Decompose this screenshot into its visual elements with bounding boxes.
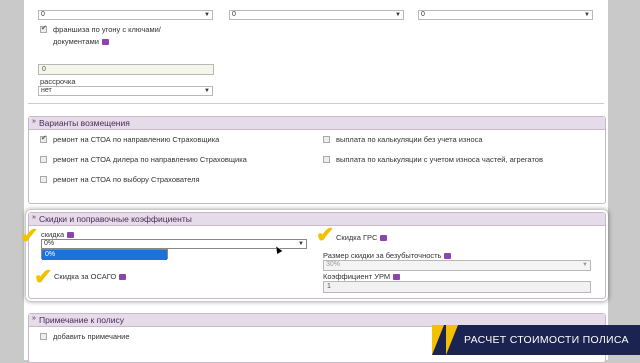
grs-discount-label: Скидка ГРС xyxy=(336,233,388,242)
discount-select[interactable]: 0% ▼ xyxy=(41,239,307,249)
banner-stripe xyxy=(432,325,444,355)
top-select-1-value: 0 xyxy=(41,11,45,18)
top-select-2-value: 0 xyxy=(232,11,236,18)
discount-select-value: 0% xyxy=(44,240,55,247)
info-icon[interactable] xyxy=(380,235,388,242)
check-mark-icon: ✔ xyxy=(316,222,335,247)
info-icon[interactable] xyxy=(67,232,75,239)
check-mark-icon: ✔ xyxy=(34,264,53,289)
compensation-panel-title: Варианты возмещения xyxy=(39,118,130,128)
policy-form-page: 0▼ 0▼ 0▼ франшиза по угону с ключами/ до… xyxy=(20,0,608,363)
installment-value: нет xyxy=(41,87,52,94)
chevron-down-icon: ▼ xyxy=(298,241,304,247)
urm-field[interactable]: 1 xyxy=(323,281,591,293)
repair-choice-label: ремонт на СТОА по выбору Страхователя xyxy=(53,175,200,184)
info-icon[interactable] xyxy=(444,253,452,260)
osago-discount-text: Скидка за ОСАГО xyxy=(54,272,117,281)
repair-insurer-checkbox[interactable] xyxy=(40,134,47,143)
osago-discount-label: Скидка за ОСАГО xyxy=(54,272,127,281)
collapse-icon[interactable]: » xyxy=(32,214,36,221)
info-icon[interactable] xyxy=(119,274,127,281)
title-banner: РАСЧЕТ СТОИМОСТИ ПОЛИСА xyxy=(432,325,640,355)
top-select-3-value: 0 xyxy=(421,11,425,18)
franchise-theft-label-text: документами xyxy=(53,37,99,46)
payout-with-wear-checkbox[interactable] xyxy=(323,156,330,163)
discount-option[interactable]: 0% xyxy=(42,250,167,260)
note-panel-title: Примечание к полису xyxy=(39,315,124,325)
chevron-down-icon: ▼ xyxy=(584,12,590,18)
payout-with-wear-label: выплата по калькуляции с учетом износа ч… xyxy=(336,155,543,164)
repair-insurer-label: ремонт на СТОА по направлению Страховщик… xyxy=(53,135,220,144)
repair-dealer-label: ремонт на СТОА дилера по направлению Стр… xyxy=(53,155,247,164)
discount-label: скидка xyxy=(41,230,75,239)
payout-no-wear-label: выплата по калькуляции без учета износа xyxy=(336,135,483,144)
payout-no-wear-checkbox[interactable] xyxy=(323,136,330,143)
loss-free-select[interactable]: 30% ▼ xyxy=(323,260,591,271)
installment-select[interactable]: нет ▼ xyxy=(38,86,213,96)
top-value-text: 0 xyxy=(42,66,46,73)
add-note-label: добавить примечание xyxy=(53,332,130,341)
urm-value: 1 xyxy=(327,283,331,290)
collapse-icon[interactable]: » xyxy=(32,118,36,125)
banner-stripe xyxy=(446,325,458,355)
loss-free-value: 30% xyxy=(326,261,341,268)
loss-free-text: Размер скидки за безубыточность xyxy=(323,251,442,260)
urm-text: Коэффициент УРМ xyxy=(323,272,391,281)
banner-text: РАСЧЕТ СТОИМОСТИ ПОЛИСА xyxy=(464,334,629,346)
discount-label-text: скидка xyxy=(41,230,65,239)
divider xyxy=(28,103,604,104)
urm-label: Коэффициент УРМ xyxy=(323,272,401,281)
discount-dropdown-list: 0% xyxy=(41,249,168,260)
compensation-panel-header[interactable]: » Варианты возмещения xyxy=(29,117,605,130)
top-select-3[interactable]: 0 ▼ xyxy=(418,10,593,20)
top-value-field[interactable]: 0 xyxy=(38,64,214,75)
info-icon[interactable] xyxy=(101,39,109,46)
discounts-panel-title: Скидки и поправочные коэффициенты xyxy=(39,214,192,224)
chevron-down-icon: ▼ xyxy=(204,88,210,94)
repair-choice-checkbox[interactable] xyxy=(40,176,47,183)
franchise-theft-label-line1: франшиза по угону с ключами/ xyxy=(53,25,161,34)
collapse-icon[interactable]: » xyxy=(32,315,36,322)
add-note-checkbox[interactable] xyxy=(40,333,47,340)
loss-free-label: Размер скидки за безубыточность xyxy=(323,251,452,260)
repair-dealer-checkbox[interactable] xyxy=(40,156,47,163)
franchise-theft-checkbox[interactable] xyxy=(40,24,47,33)
top-select-1[interactable]: 0 ▼ xyxy=(38,10,213,20)
chevron-down-icon: ▼ xyxy=(395,12,401,18)
grs-discount-text: Скидка ГРС xyxy=(336,233,378,242)
chevron-down-icon: ▼ xyxy=(582,262,588,268)
check-mark-icon: ✔ xyxy=(20,223,39,248)
chevron-down-icon: ▼ xyxy=(204,12,210,18)
installment-label: рассрочка xyxy=(40,77,76,86)
info-icon[interactable] xyxy=(393,274,401,281)
franchise-theft-label-line2: документами xyxy=(53,37,109,46)
top-select-2[interactable]: 0 ▼ xyxy=(229,10,404,20)
